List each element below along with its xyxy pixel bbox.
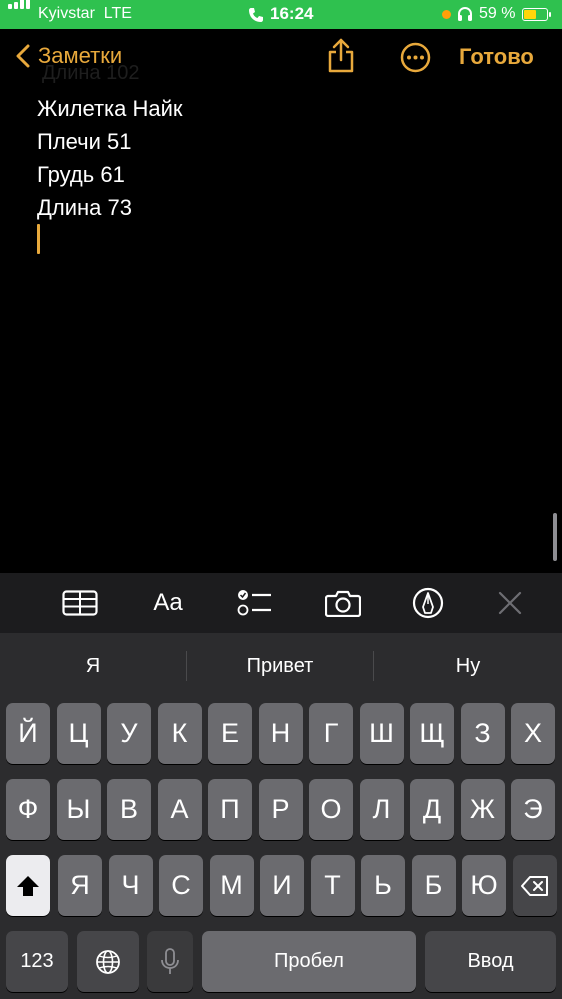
letter-key[interactable]: Я [58,855,102,916]
letter-key[interactable]: Б [411,855,456,916]
table-button[interactable] [55,573,105,633]
markup-button[interactable] [408,573,448,633]
table-icon [62,590,98,616]
letter-key[interactable]: Й [6,703,50,764]
letter-key[interactable]: Ш [359,703,404,764]
text-format-button[interactable]: Aa [143,573,193,633]
share-button[interactable] [326,38,356,79]
headphones-icon [457,6,473,27]
battery-percent: 59 % [479,5,516,22]
ellipsis-circle-icon [400,42,431,73]
letter-key[interactable]: С [159,855,203,916]
globe-icon [96,949,120,974]
letter-key[interactable]: Н [258,703,303,764]
prediction-suggestion[interactable]: Я [0,633,186,699]
status-time: 16:24 [270,4,314,23]
note-line: Длина 73 [37,195,132,220]
shift-key[interactable] [6,855,50,916]
camera-icon [325,590,361,617]
letter-key[interactable]: З [460,703,505,764]
note-line: Плечи 51 [37,129,132,154]
letter-key[interactable]: Е [208,703,252,764]
letter-key[interactable]: Х [511,703,555,764]
status-bar: Kyivstar LTE 16:24 59 % [0,0,562,29]
letter-key[interactable]: Л [359,779,404,840]
orange-indicator-dot [442,10,451,19]
letter-key[interactable]: Т [310,855,355,916]
letter-key[interactable]: Р [258,779,303,840]
close-icon [498,591,522,615]
battery-icon [522,8,551,21]
dictation-key[interactable] [147,931,193,992]
carrier-label: Kyivstar LTE [38,5,132,22]
share-icon [328,38,354,73]
more-options-button[interactable] [400,42,431,78]
letter-key[interactable]: Щ [410,703,454,764]
scroll-indicator[interactable] [553,513,557,561]
letter-key[interactable]: О [309,779,353,840]
globe-key[interactable] [77,931,139,992]
checklist-icon [237,590,271,616]
note-line: Жилетка Найк [37,96,183,121]
letter-key[interactable]: Ц [56,703,101,764]
note-line: Грудь 61 [37,162,125,187]
return-key[interactable]: Ввод [425,931,556,992]
close-toolbar-button[interactable] [494,573,526,633]
pen-circle-icon [412,587,444,619]
text-cursor [37,224,40,254]
done-button[interactable]: Готово [459,44,534,70]
prediction-suggestion[interactable]: Привет [187,633,373,699]
letter-key[interactable]: У [107,703,151,764]
letter-key[interactable]: Ю [462,855,506,916]
formatting-toolbar: Aa [0,573,562,633]
prediction-suggestion[interactable]: Ну [374,633,562,699]
letter-key[interactable]: Ф [6,779,50,840]
letter-key[interactable]: А [157,779,202,840]
letter-key[interactable]: М [209,855,254,916]
letter-key[interactable]: Ч [108,855,153,916]
letter-key[interactable]: К [157,703,202,764]
letter-key[interactable]: Э [511,779,555,840]
keyboard: Я Привет Ну ЙЦУКЕНГШЩЗХФЫВАПРОЛДЖЭЯЧСМИТ… [0,633,562,999]
note-body[interactable]: Жилетка Найк Плечи 51 Грудь 61 Длина 73 [37,92,537,224]
letter-key[interactable]: Г [309,703,353,764]
numbers-key[interactable]: 123 [6,931,68,992]
letter-key[interactable]: Ж [460,779,505,840]
letter-key[interactable]: Ь [361,855,405,916]
microphone-icon [161,947,179,974]
camera-button[interactable] [320,573,366,633]
letter-key[interactable]: П [208,779,252,840]
checklist-button[interactable] [232,573,278,633]
space-key[interactable]: Пробел [202,931,416,992]
shift-arrow-icon [17,875,39,896]
letter-key[interactable]: Ы [56,779,101,840]
chevron-left-icon [16,44,30,68]
delete-key[interactable] [513,855,557,916]
letter-key[interactable]: И [260,855,304,916]
text-format-label: Aa [153,589,183,616]
scrolled-line-hidden: Длина 102 [42,62,140,84]
letter-key[interactable]: Д [410,779,454,840]
delete-backspace-icon [521,875,548,896]
letter-key[interactable]: В [107,779,151,840]
phone-call-icon [248,7,264,28]
